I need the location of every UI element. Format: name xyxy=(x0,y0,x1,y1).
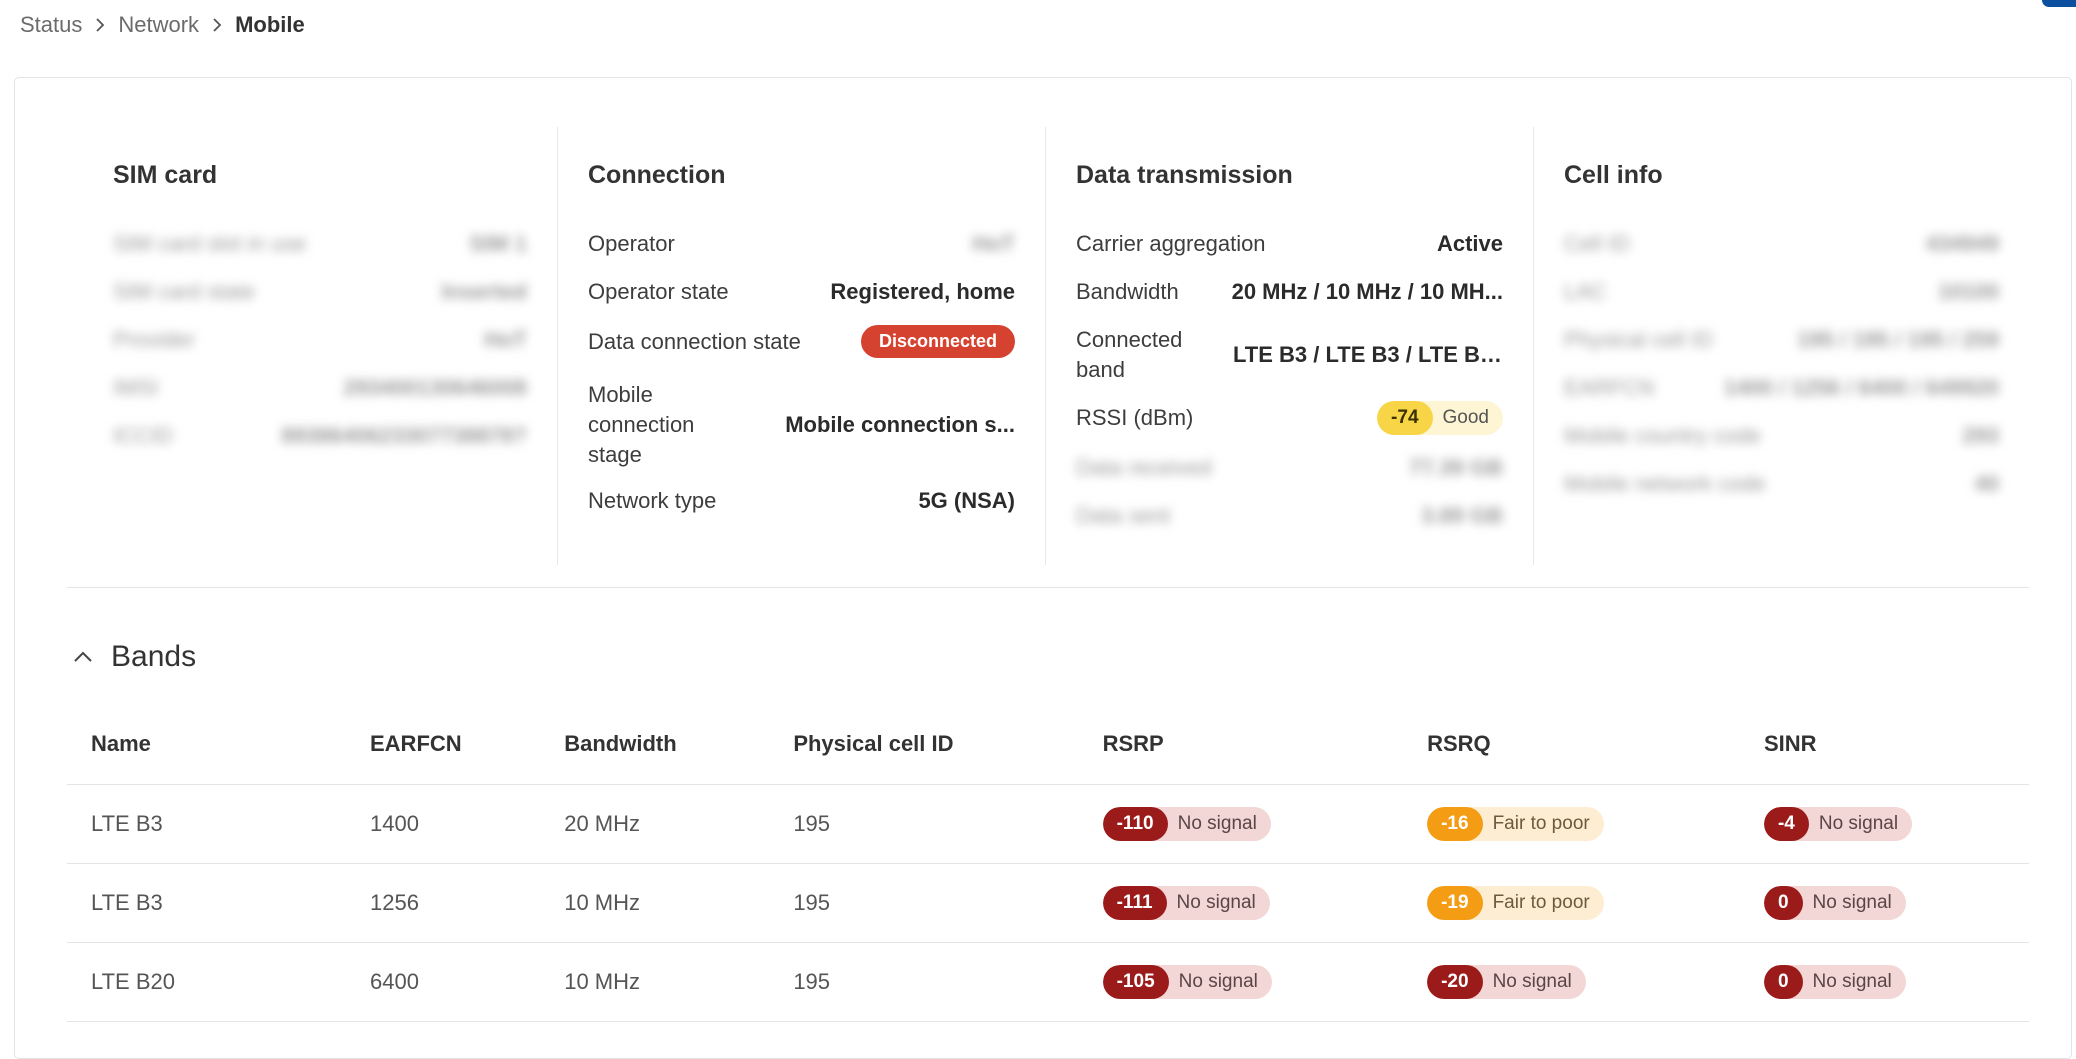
info-panels: SIM card SIM card slot in use SIM 1 SIM c… xyxy=(67,127,2029,565)
data-received-row: Data received 77.39 GB xyxy=(1076,455,1503,480)
column-header: Name xyxy=(67,704,346,785)
connection-title: Connection xyxy=(588,161,726,189)
sim-row: IMSI 293400130646008 xyxy=(113,375,527,400)
band-name: LTE B3 xyxy=(67,784,346,864)
sinr-badge: 0 No signal xyxy=(1763,886,1906,920)
bands-header-row: Name EARFCN Bandwidth Physical cell ID R… xyxy=(67,704,2029,785)
table-row: LTE B3 1400 20 MHz 195 -110 No signal -16… xyxy=(67,784,2029,864)
band-pci: 195 xyxy=(769,784,1079,864)
breadcrumb-mobile: Mobile xyxy=(235,12,305,37)
mobile-connection-stage-row: Mobile connection stage Mobile connection… xyxy=(588,382,1015,467)
band-bandwidth: 20 MHz xyxy=(540,784,770,864)
rsrq-badge: -20 No signal xyxy=(1427,965,1586,999)
cell-row: EARFCN 1400 / 1256 / 6400 / 649920 xyxy=(1564,375,1999,400)
column-header: RSRQ xyxy=(1403,704,1740,785)
rsrp-badge: -111 No signal xyxy=(1102,886,1270,920)
band-rsrp: -105 No signal xyxy=(1078,942,1404,1022)
cell-info-title: Cell info xyxy=(1564,161,1663,189)
band-name: LTE B20 xyxy=(67,942,346,1022)
operator-row: Operator HoT xyxy=(588,231,1015,256)
chevron-right-icon xyxy=(212,17,222,33)
table-row: LTE B20 6400 10 MHz 195 -105 No signal -2… xyxy=(67,942,2029,1022)
column-header: Bandwidth xyxy=(540,704,770,785)
breadcrumb: Status Network Mobile xyxy=(20,10,305,40)
cell-row: Mobile network code 40 xyxy=(1564,471,1999,496)
band-rsrp: -110 No signal xyxy=(1078,784,1404,864)
sim-row: Provider HoT xyxy=(113,327,527,352)
rsrq-badge: -19 Fair to poor xyxy=(1427,886,1604,920)
bandwidth-row: Bandwidth 20 MHz / 10 MHz / 10 MH... xyxy=(1076,279,1503,304)
carrier-aggregation-row: Carrier aggregation Active xyxy=(1076,231,1503,256)
top-right-button[interactable] xyxy=(2042,0,2076,7)
rsrq-badge: -16 Fair to poor xyxy=(1427,807,1604,841)
band-bandwidth: 10 MHz xyxy=(540,863,770,943)
cell-row: Mobile country code 293 xyxy=(1564,423,1999,448)
band-rsrp: -111 No signal xyxy=(1078,863,1404,943)
band-earfcn: 6400 xyxy=(346,942,541,1022)
operator-state-row: Operator state Registered, home xyxy=(588,279,1015,304)
bands-toggle[interactable]: Bands xyxy=(73,640,196,674)
column-header: RSRP xyxy=(1078,704,1404,785)
sim-row: ICCID 8938640623307738878? xyxy=(113,423,527,448)
sim-card-title: SIM card xyxy=(113,161,218,189)
connection-panel: Connection Operator HoT Operator state Reg… xyxy=(557,127,1045,565)
column-header: SINR xyxy=(1739,704,2029,785)
band-name: LTE B3 xyxy=(67,863,346,943)
chevron-up-icon xyxy=(74,651,92,662)
bands-title: Bands xyxy=(111,640,197,673)
band-pci: 195 xyxy=(769,942,1079,1022)
section-divider xyxy=(67,587,2029,588)
data-sent-row: Data sent 3.89 GB xyxy=(1076,503,1503,528)
mobile-status-card: SIM card SIM card slot in use SIM 1 SIM c… xyxy=(14,77,2072,1059)
band-rsrq: -19 Fair to poor xyxy=(1403,863,1740,943)
sim-row: SIM card slot in use SIM 1 xyxy=(113,231,527,256)
cell-info-panel: Cell info Cell ID 434949 LAC 10100 Physica… xyxy=(1533,127,2029,565)
band-bandwidth: 10 MHz xyxy=(540,942,770,1022)
column-header: EARFCN xyxy=(346,704,541,785)
band-sinr: 0 No signal xyxy=(1739,863,2029,943)
column-header: Physical cell ID xyxy=(769,704,1079,785)
chevron-right-icon xyxy=(95,17,105,33)
band-pci: 195 xyxy=(769,863,1079,943)
band-rsrq: -16 Fair to poor xyxy=(1403,784,1740,864)
disconnected-badge: Disconnected xyxy=(860,325,1015,358)
data-connection-state-row: Data connection state Disconnected xyxy=(588,325,1015,358)
sim-card-panel: SIM card SIM card slot in use SIM 1 SIM c… xyxy=(67,127,557,565)
cell-row: Cell ID 434949 xyxy=(1564,231,1999,256)
rssi-badge: -74 Good xyxy=(1377,401,1503,435)
data-transmission-panel: Data transmission Carrier aggregation Act… xyxy=(1045,127,1533,565)
connected-band-row: Connected band LTE B3 / LTE B3 / LTE B2..… xyxy=(1076,327,1503,382)
table-row: LTE B3 1256 10 MHz 195 -111 No signal -19… xyxy=(67,863,2029,943)
bands-table: Name EARFCN Bandwidth Physical cell ID R… xyxy=(67,704,2029,1022)
rsrp-badge: -105 No signal xyxy=(1102,965,1272,999)
rsrp-badge: -110 No signal xyxy=(1102,807,1271,841)
cell-row: Physical cell ID 195 / 195 / 195 / 259 xyxy=(1564,327,1999,352)
band-rsrq: -20 No signal xyxy=(1403,942,1740,1022)
sinr-badge: -4 No signal xyxy=(1763,807,1913,841)
band-earfcn: 1400 xyxy=(346,784,541,864)
sinr-badge: 0 No signal xyxy=(1763,965,1906,999)
band-sinr: 0 No signal xyxy=(1739,942,2029,1022)
network-type-row: Network type 5G (NSA) xyxy=(588,488,1015,513)
rssi-row: RSSI (dBm) -74 Good xyxy=(1076,401,1503,435)
breadcrumb-network[interactable]: Network xyxy=(118,12,199,38)
cell-row: LAC 10100 xyxy=(1564,279,1999,304)
band-earfcn: 1256 xyxy=(346,863,541,943)
band-sinr: -4 No signal xyxy=(1739,784,2029,864)
breadcrumb-status[interactable]: Status xyxy=(20,12,82,38)
data-transmission-title: Data transmission xyxy=(1076,161,1293,189)
sim-row: SIM card state Inserted xyxy=(113,279,527,304)
